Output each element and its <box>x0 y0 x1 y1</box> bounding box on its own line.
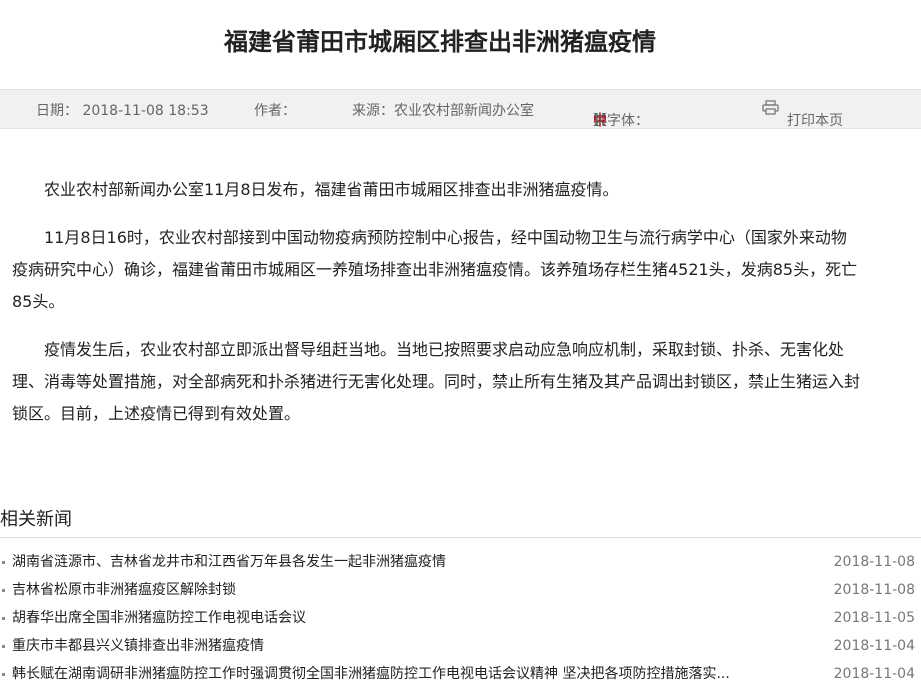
bullet-icon <box>2 617 5 620</box>
article-paragraph: 疫情发生后，农业农村部立即派出督导组赶当地。当地已按照要求启动应急响应机制，采取… <box>12 340 861 423</box>
list-item: 韩长赋在湖南调研非洲猪瘟防控工作时强调贯彻全国非洲猪瘟防控工作电视电话会议精神 … <box>0 660 921 688</box>
related-divider <box>0 537 921 538</box>
bullet-icon <box>2 673 5 676</box>
related-news-date: 2018-11-05 <box>833 610 915 626</box>
related-news-date: 2018-11-04 <box>833 638 915 654</box>
related-news-date: 2018-11-08 <box>833 582 915 598</box>
bullet-icon <box>2 645 5 648</box>
related-news-date: 2018-11-04 <box>833 666 915 682</box>
bullet-icon <box>2 561 5 564</box>
article-meta-bar: 日期： 2018-11-08 18:53 作者： 来源：农业农村部新闻办公室 【… <box>0 89 921 129</box>
printer-icon <box>762 100 779 115</box>
related-news-link[interactable]: 吉林省松原市非洲猪瘟疫区解除封锁 <box>12 576 236 604</box>
related-news-heading: 相关新闻 <box>0 509 72 530</box>
article-body: 农业农村部新闻办公室11月8日发布，福建省莆田市城厢区排查出非洲猪瘟疫情。 11… <box>12 174 862 446</box>
list-item: 胡春华出席全国非洲猪瘟防控工作电视电话会议 2018-11-05 <box>0 604 921 632</box>
related-news-link[interactable]: 重庆市丰都县兴义镇排查出非洲猪瘟疫情 <box>12 632 264 660</box>
print-label: 打印本页 <box>787 113 843 129</box>
related-news-link[interactable]: 胡春华出席全国非洲猪瘟防控工作电视电话会议 <box>12 604 306 632</box>
source-label: 来源：农业农村部新闻办公室 <box>352 103 534 119</box>
bullet-icon <box>2 589 5 592</box>
article-title: 福建省莆田市城厢区排查出非洲猪瘟疫情 <box>224 28 656 56</box>
author-label: 作者： <box>254 103 296 119</box>
article-paragraph: 农业农村部新闻办公室11月8日发布，福建省莆田市城厢区排查出非洲猪瘟疫情。 <box>44 180 619 199</box>
related-news-list: 湖南省涟源市、吉林省龙井市和江西省万年县各发生一起非洲猪瘟疫情 2018-11-… <box>0 548 921 688</box>
list-item: 湖南省涟源市、吉林省龙井市和江西省万年县各发生一起非洲猪瘟疫情 2018-11-… <box>0 548 921 576</box>
publish-date: 日期： 2018-11-08 18:53 <box>36 103 209 119</box>
print-button[interactable]: 打印本页 <box>762 100 843 129</box>
list-item: 吉林省松原市非洲猪瘟疫区解除封锁 2018-11-08 <box>0 576 921 604</box>
related-news-link[interactable]: 湖南省涟源市、吉林省龙井市和江西省万年县各发生一起非洲猪瘟疫情 <box>12 548 446 576</box>
related-news-link[interactable]: 韩长赋在湖南调研非洲猪瘟防控工作时强调贯彻全国非洲猪瘟防控工作电视电话会议精神 … <box>12 660 730 688</box>
font-size-suffix: 】 <box>593 113 607 129</box>
article-paragraph: 11月8日16时，农业农村部接到中国动物疫病预防控制中心报告，经中国动物卫生与流… <box>12 228 858 311</box>
related-news-date: 2018-11-08 <box>833 554 915 570</box>
list-item: 重庆市丰都县兴义镇排查出非洲猪瘟疫情 2018-11-04 <box>0 632 921 660</box>
